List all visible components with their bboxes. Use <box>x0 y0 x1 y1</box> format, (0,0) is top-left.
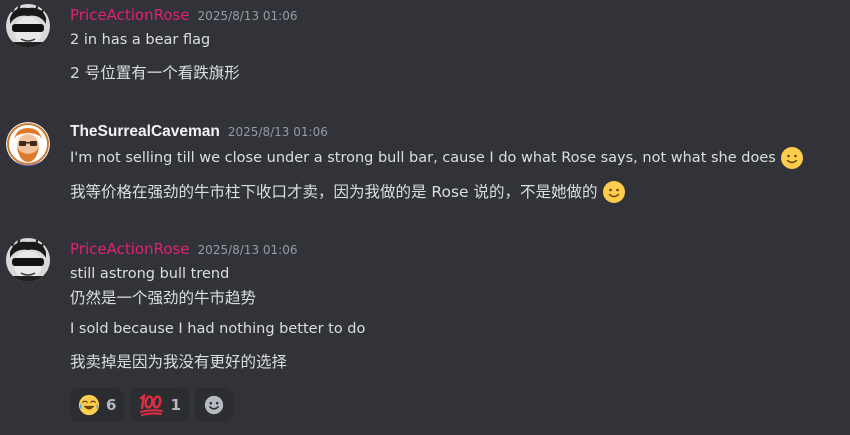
reaction-count: 6 <box>106 396 117 414</box>
reactions-bar: 6 1 <box>70 388 233 422</box>
avatar[interactable] <box>6 122 50 166</box>
username[interactable]: PriceActionRose <box>70 240 190 258</box>
message-line: I'm not selling till we close under a st… <box>70 146 804 170</box>
avatar[interactable] <box>6 4 50 48</box>
add-reaction-button[interactable] <box>194 388 233 422</box>
timestamp: 2025/8/13 01:06 <box>227 125 328 139</box>
message-header: TheSurrealCaveman 2025/8/13 01:06 <box>70 123 328 141</box>
message-text: 我卖掉是因为我没有更好的选择 <box>70 353 288 371</box>
add-reaction-icon <box>204 395 224 415</box>
reaction-joy[interactable]: 6 <box>70 388 125 422</box>
message-text: 仍然是一个强劲的牛市趋势 <box>70 289 257 307</box>
message-text: still astrong bull trend <box>70 266 230 282</box>
username[interactable]: PriceActionRose <box>70 6 190 24</box>
hundred-emoji-icon <box>140 394 164 416</box>
message-header: PriceActionRose 2025/8/13 01:06 <box>70 240 297 258</box>
message-line: 我等价格在强劲的牛市柱下收口才卖，因为我做的是 Rose 说的，不是她做的 <box>70 180 626 204</box>
message-text: 2 号位置有一个看跌旗形 <box>70 64 240 82</box>
joy-emoji-icon <box>78 394 100 416</box>
reaction-hundred[interactable]: 1 <box>130 388 189 422</box>
timestamp: 2025/8/13 01:06 <box>197 243 298 257</box>
message-text: I'm not selling till we close under a st… <box>70 150 776 166</box>
timestamp: 2025/8/13 01:06 <box>197 9 298 23</box>
slightly-smiling-face-emoji <box>602 181 625 203</box>
slightly-smiling-face-emoji <box>780 147 803 169</box>
chat-messages: PriceActionRose 2025/8/13 01:06 2 in has… <box>0 0 850 435</box>
username[interactable]: TheSurrealCaveman <box>70 123 220 141</box>
message-header: PriceActionRose 2025/8/13 01:06 <box>70 6 297 24</box>
reaction-count: 1 <box>170 396 181 414</box>
message-text: 我等价格在强劲的牛市柱下收口才卖，因为我做的是 Rose 说的，不是她做的 <box>70 183 598 201</box>
avatar[interactable] <box>6 238 50 282</box>
message-text: I sold because I had nothing better to d… <box>70 321 366 337</box>
message-text: 2 in has a bear flag <box>70 32 211 48</box>
